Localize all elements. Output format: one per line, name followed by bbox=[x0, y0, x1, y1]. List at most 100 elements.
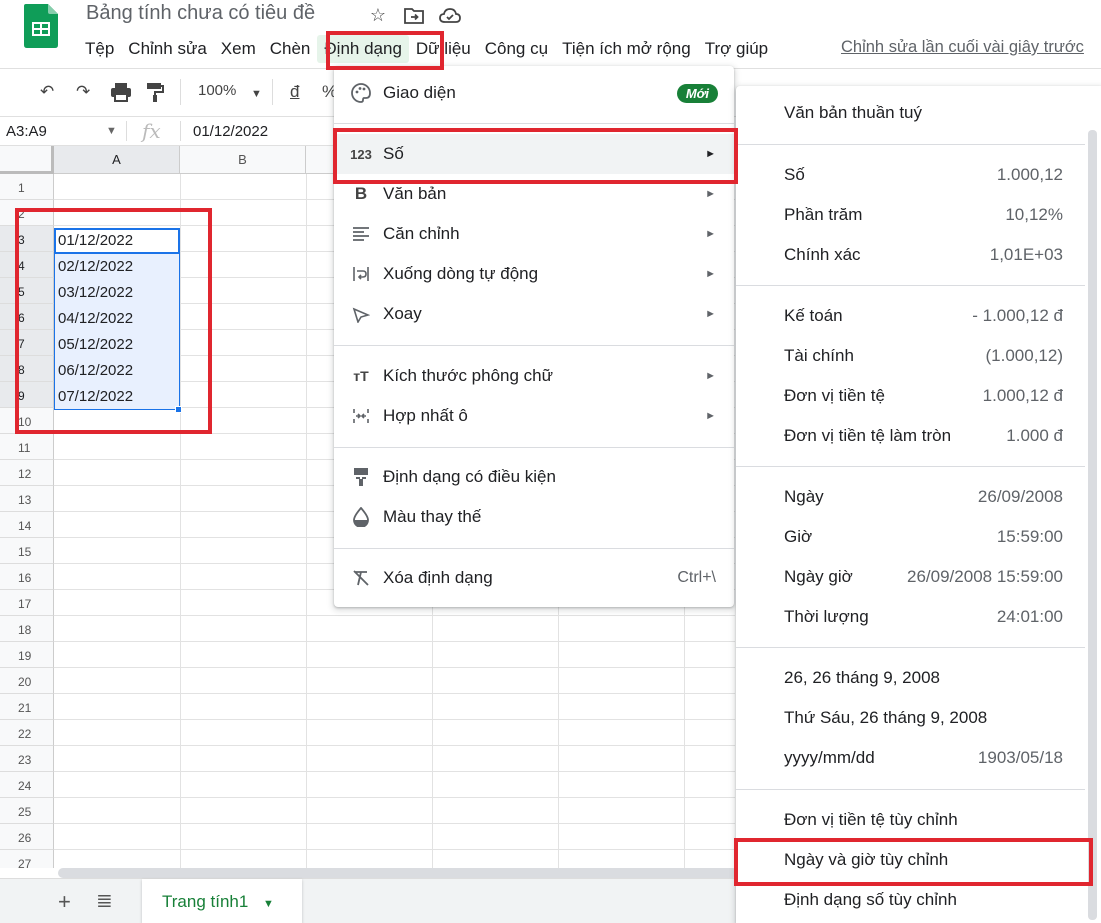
row-header[interactable]: 3 bbox=[0, 226, 54, 252]
menu-item-rotation[interactable]: Xoay ► bbox=[334, 294, 734, 334]
row-header[interactable]: 22 bbox=[0, 720, 54, 746]
number-format-option[interactable]: Thứ Sáu, 26 tháng 9, 2008 bbox=[736, 698, 1101, 738]
row-header[interactable]: 13 bbox=[0, 486, 54, 512]
row-header[interactable]: 11 bbox=[0, 434, 54, 460]
undo-icon[interactable]: ↶ bbox=[40, 82, 54, 102]
number-format-option[interactable]: Tài chính (1.000,12) bbox=[736, 336, 1101, 376]
row-header[interactable]: 24 bbox=[0, 772, 54, 798]
cell-value[interactable]: 03/12/2022 bbox=[58, 284, 133, 301]
menu-edit[interactable]: Chỉnh sửa bbox=[121, 35, 213, 63]
sheet-tab[interactable]: Trang tính1 ▼ bbox=[142, 879, 302, 923]
row-header[interactable]: 18 bbox=[0, 616, 54, 642]
last-edit-link[interactable]: Chỉnh sửa lần cuối vài giây trước bbox=[841, 38, 1084, 57]
sheets-logo-icon[interactable] bbox=[24, 4, 58, 48]
submenu-scrollbar[interactable] bbox=[1088, 130, 1097, 920]
number-format-option[interactable]: Đơn vị tiền tệ 1.000,12 đ bbox=[736, 376, 1101, 416]
number-format-option[interactable]: Chính xác 1,01E+03 bbox=[736, 235, 1101, 275]
number-format-option[interactable]: Ngày 26/09/2008 bbox=[736, 477, 1101, 517]
star-icon[interactable]: ☆ bbox=[366, 3, 390, 27]
menu-item-merge-cells[interactable]: Hợp nhất ô ► bbox=[334, 396, 734, 436]
add-sheet-icon[interactable]: + bbox=[58, 889, 71, 915]
submenu-arrow-icon: ► bbox=[705, 410, 716, 422]
move-to-folder-icon[interactable] bbox=[402, 3, 426, 27]
document-title[interactable]: Bảng tính chưa có tiêu đề bbox=[86, 2, 315, 25]
row-header[interactable]: 10 bbox=[0, 408, 54, 434]
cell-value[interactable]: 04/12/2022 bbox=[58, 310, 133, 327]
row-header[interactable]: 7 bbox=[0, 330, 54, 356]
cell-value[interactable]: 05/12/2022 bbox=[58, 336, 133, 353]
number-format-option[interactable]: Văn bản thuần tuý bbox=[736, 93, 1101, 133]
row-header[interactable]: 14 bbox=[0, 512, 54, 538]
menu-item-wrapping[interactable]: Xuống dòng tự động ► bbox=[334, 254, 734, 294]
row-header[interactable]: 20 bbox=[0, 668, 54, 694]
row-header[interactable]: 17 bbox=[0, 590, 54, 616]
select-all-corner[interactable] bbox=[0, 146, 54, 174]
menu-extensions[interactable]: Tiện ích mở rộng bbox=[555, 35, 698, 63]
row-header[interactable]: 21 bbox=[0, 694, 54, 720]
row-header[interactable]: 9 bbox=[0, 382, 54, 408]
number-format-option[interactable]: Kế toán - 1.000,12 đ bbox=[736, 296, 1101, 336]
cloud-status-icon[interactable] bbox=[438, 3, 462, 27]
paint-format-icon[interactable] bbox=[146, 82, 164, 107]
cell-value[interactable]: 06/12/2022 bbox=[58, 362, 133, 379]
chevron-down-icon[interactable]: ▼ bbox=[106, 125, 117, 137]
menu-tools[interactable]: Công cụ bbox=[478, 35, 555, 63]
menu-item-alignment[interactable]: Căn chỉnh ► bbox=[334, 214, 734, 254]
row-header[interactable]: 23 bbox=[0, 746, 54, 772]
number-format-option[interactable]: Thời lượng 24:01:00 bbox=[736, 597, 1101, 637]
menu-insert[interactable]: Chèn bbox=[263, 35, 318, 63]
row-header[interactable]: 26 bbox=[0, 824, 54, 850]
redo-icon[interactable]: ↷ bbox=[76, 82, 90, 102]
column-header-b[interactable]: B bbox=[180, 146, 306, 174]
row-header[interactable]: 4 bbox=[0, 252, 54, 278]
row-header[interactable]: 2 bbox=[0, 200, 54, 226]
fill-handle[interactable] bbox=[175, 406, 182, 413]
cell-value[interactable]: 01/12/2022 bbox=[58, 232, 133, 249]
number-format-option[interactable]: Đơn vị tiền tệ làm tròn 1.000 đ bbox=[736, 416, 1101, 456]
number-format-option[interactable]: Giờ 15:59:00 bbox=[736, 517, 1101, 557]
row-header[interactable]: 25 bbox=[0, 798, 54, 824]
zoom-select[interactable]: 100% bbox=[198, 82, 236, 99]
menu-format[interactable]: Định dạng bbox=[317, 35, 409, 63]
menu-item-conditional-format[interactable]: Định dạng có điều kiện bbox=[334, 457, 734, 497]
cell-value[interactable]: 07/12/2022 bbox=[58, 388, 133, 405]
number-format-option[interactable]: yyyy/mm/dd 1903/05/18 bbox=[736, 738, 1101, 778]
row-header[interactable]: 6 bbox=[0, 304, 54, 330]
formula-input[interactable]: 01/12/2022 bbox=[193, 123, 268, 140]
number-format-option[interactable]: Ngày giờ 26/09/2008 15:59:00 bbox=[736, 557, 1101, 597]
row-header[interactable]: 19 bbox=[0, 642, 54, 668]
menu-item-clear-format[interactable]: Xóa định dạng Ctrl+\ bbox=[334, 558, 734, 598]
row-header[interactable]: 12 bbox=[0, 460, 54, 486]
menu-item-theme[interactable]: Giao diện Mới bbox=[334, 73, 734, 113]
row-header[interactable]: 16 bbox=[0, 564, 54, 590]
number-format-option[interactable]: Số 1.000,12 bbox=[736, 155, 1101, 195]
column-header-a[interactable]: A bbox=[54, 146, 180, 174]
name-box[interactable]: A3:A9 bbox=[6, 123, 47, 140]
all-sheets-icon[interactable]: ≣ bbox=[96, 888, 113, 913]
row-header[interactable]: 1 bbox=[0, 174, 54, 200]
row-header[interactable]: 8 bbox=[0, 356, 54, 382]
cell-value[interactable]: 02/12/2022 bbox=[58, 258, 133, 275]
number-format-option[interactable]: Đơn vị tiền tệ tùy chỉnh bbox=[736, 800, 1101, 840]
number-format-option[interactable]: Phần trăm 10,12% bbox=[736, 195, 1101, 235]
menu-item-font-size[interactable]: ᴛT Kích thước phông chữ ► bbox=[334, 356, 734, 396]
menu-help[interactable]: Trợ giúp bbox=[698, 35, 775, 63]
option-label: Định dạng số tùy chỉnh bbox=[784, 890, 957, 909]
menu-data[interactable]: Dữ liệu bbox=[409, 35, 478, 63]
menu-item-alternating-colors[interactable]: Màu thay thế bbox=[334, 497, 734, 537]
row-header[interactable]: 15 bbox=[0, 538, 54, 564]
number-format-option[interactable]: 26, 26 tháng 9, 2008 bbox=[736, 658, 1101, 698]
horizontal-scrollbar[interactable] bbox=[58, 868, 738, 878]
menu-view[interactable]: Xem bbox=[214, 35, 263, 63]
number-format-option[interactable]: Ngày và giờ tùy chỉnh bbox=[736, 840, 1101, 880]
chevron-down-icon[interactable]: ▼ bbox=[263, 898, 274, 910]
row-header[interactable]: 27 bbox=[0, 850, 54, 868]
print-icon[interactable] bbox=[110, 82, 132, 107]
currency-format-button[interactable]: đ bbox=[290, 82, 299, 102]
row-header[interactable]: 5 bbox=[0, 278, 54, 304]
menu-item-number[interactable]: 123 Số ► bbox=[334, 134, 734, 174]
menu-file[interactable]: Tệp bbox=[78, 35, 121, 63]
menu-item-text[interactable]: B Văn bản ► bbox=[334, 174, 734, 214]
chevron-down-icon[interactable]: ▼ bbox=[251, 88, 262, 100]
number-format-option[interactable]: Định dạng số tùy chỉnh bbox=[736, 880, 1101, 920]
